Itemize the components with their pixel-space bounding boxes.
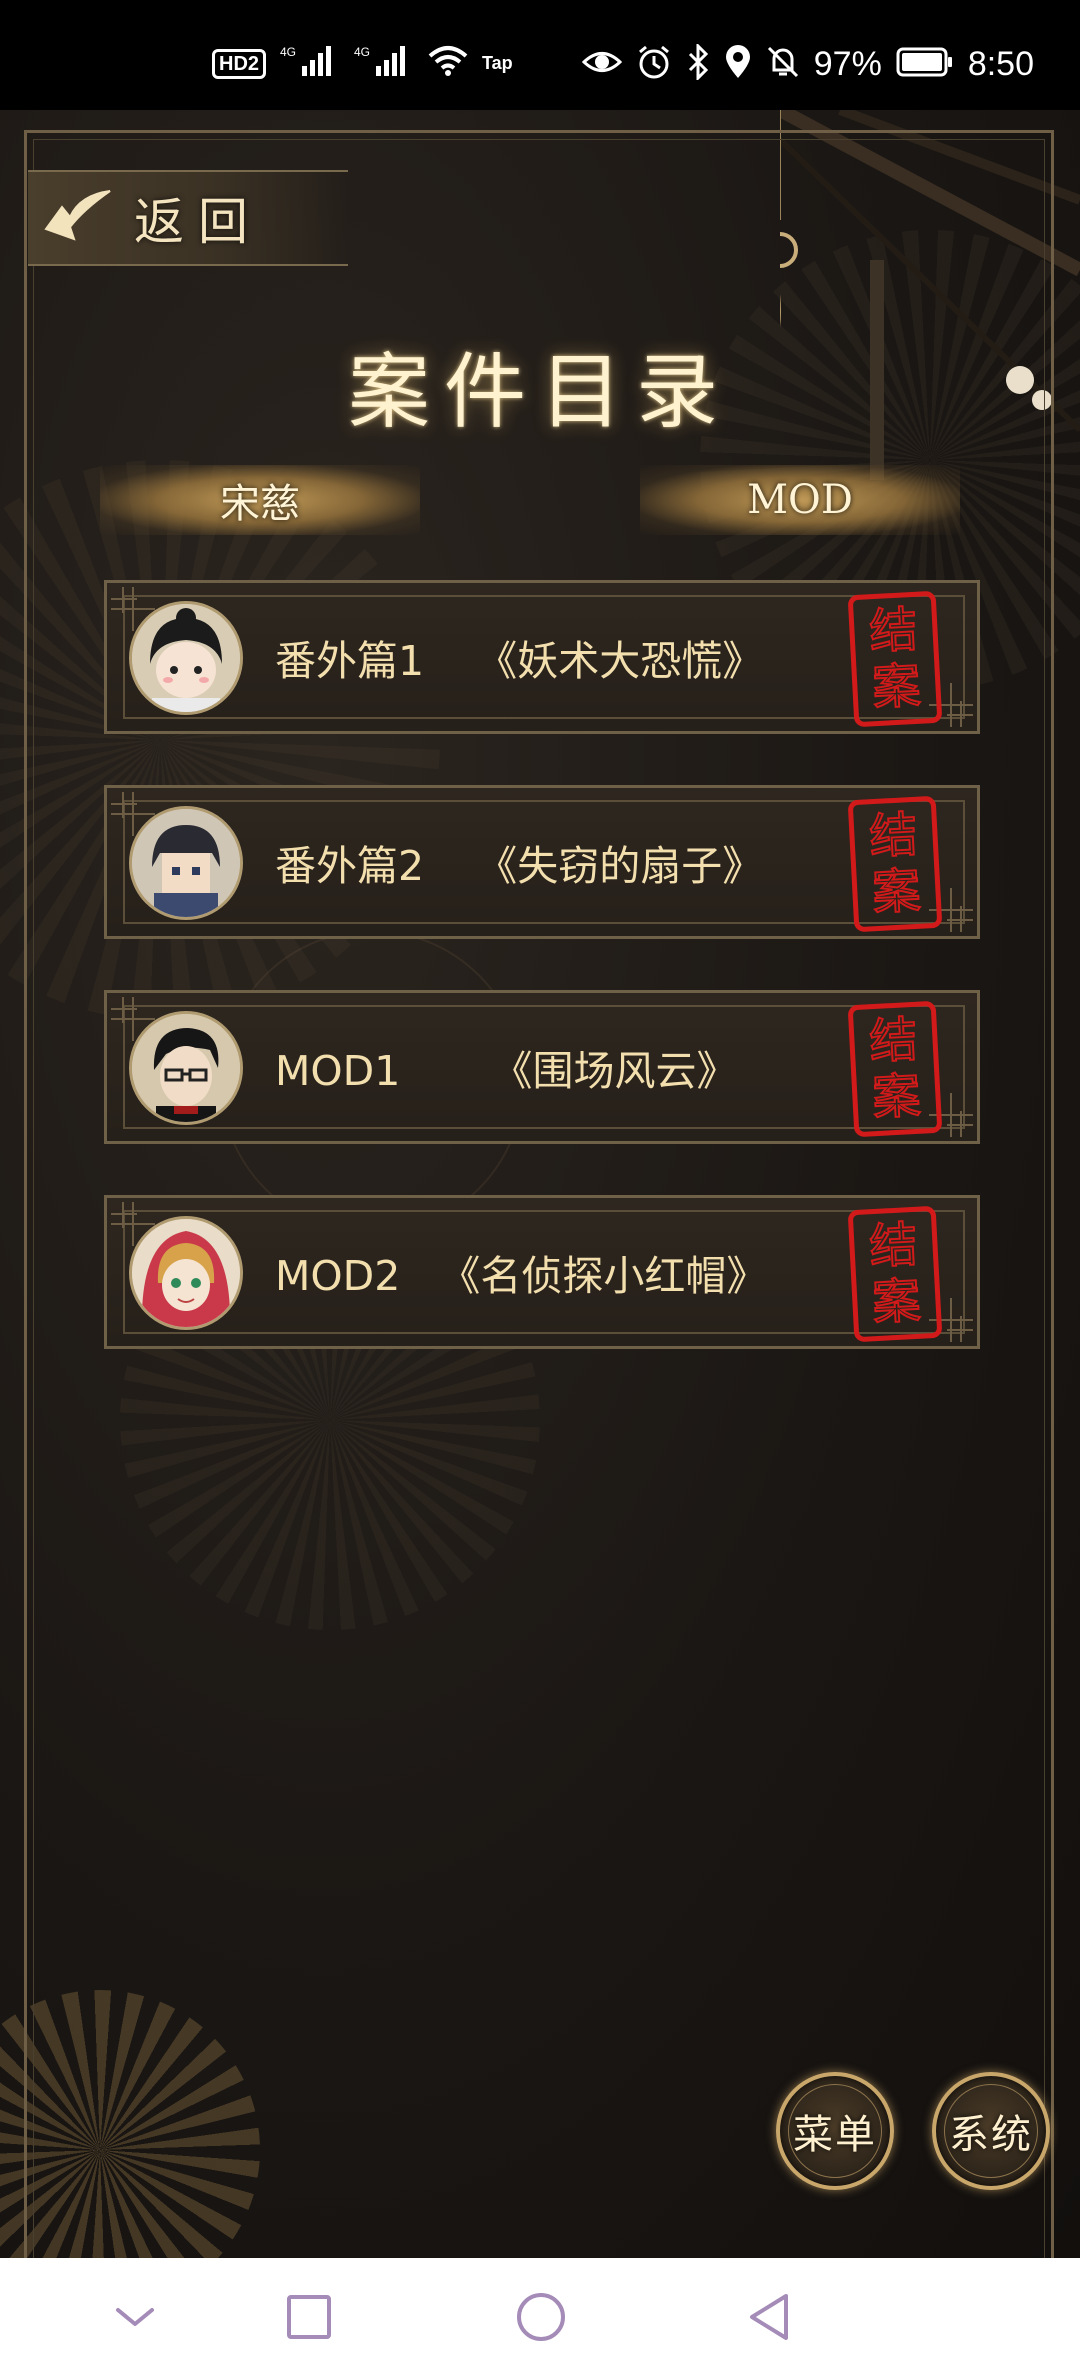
wifi-icon	[428, 44, 468, 83]
tab-songci[interactable]: 宋慈	[100, 465, 420, 535]
bluetooth-icon	[686, 42, 710, 85]
case-item[interactable]: 番外篇1 《妖术大恐慌》 结案	[104, 580, 980, 734]
game-screen: 返回 案件目录 宋慈 MOD 番外篇1 《妖术大恐慌》 结案 番外篇2 《失窃的…	[0, 110, 1080, 2258]
back-icon[interactable]	[734, 2282, 804, 2352]
mute-icon	[766, 44, 800, 85]
svg-text:4G: 4G	[354, 45, 370, 59]
closed-stamp: 结案	[847, 1000, 943, 1138]
closed-stamp: 结案	[847, 590, 943, 728]
status-left: HD2 4G 4G Tap	[212, 44, 513, 83]
avatar	[129, 806, 243, 920]
navigation-bar	[0, 2258, 1080, 2376]
tab-mod[interactable]: MOD	[640, 465, 960, 535]
system-button[interactable]: 系统	[932, 2072, 1050, 2190]
avatar	[129, 1216, 243, 1330]
battery-percent: 97%	[813, 45, 882, 83]
signal-icon-2: 4G	[354, 44, 414, 83]
back-label: 返回	[134, 193, 262, 251]
case-title: 番外篇2 《失窃的扇子》	[275, 842, 764, 890]
chevron-down-icon[interactable]	[100, 2282, 170, 2352]
back-arrow-icon	[44, 190, 111, 241]
page-title: 案件目录	[347, 345, 732, 440]
avatar	[129, 601, 243, 715]
menu-button[interactable]: 菜单	[776, 2072, 894, 2190]
case-title: MOD2 《名侦探小红帽》	[275, 1252, 768, 1300]
status-bar: HD2 4G 4G Tap 97% 8:50	[0, 0, 1080, 110]
avatar	[129, 1011, 243, 1125]
hd-badge: HD2	[212, 48, 267, 79]
clock: 8:50	[967, 45, 1034, 83]
svg-text:4G: 4G	[280, 45, 296, 59]
case-item[interactable]: MOD2 《名侦探小红帽》 结案	[104, 1195, 980, 1349]
case-item[interactable]: MOD1 《围场风云》 结案	[104, 990, 980, 1144]
system-button-label: 系统	[949, 2112, 1033, 2158]
back-button[interactable]: 返回	[28, 170, 348, 266]
closed-stamp: 结案	[847, 795, 943, 933]
case-title: 番外篇1 《妖术大恐慌》	[275, 637, 764, 685]
alarm-icon	[636, 44, 672, 85]
recent-apps-icon[interactable]	[274, 2282, 344, 2352]
closed-stamp: 结案	[847, 1205, 943, 1343]
game-frame	[24, 130, 1054, 2258]
status-right: 97% 8:50	[581, 42, 1034, 85]
case-title: MOD1 《围场风云》	[275, 1047, 738, 1095]
home-icon[interactable]	[506, 2282, 576, 2352]
signal-icon: 4G	[280, 44, 340, 83]
tap-label: Tap	[482, 53, 513, 73]
battery-icon	[896, 46, 954, 83]
case-item[interactable]: 番外篇2 《失窃的扇子》 结案	[104, 785, 980, 939]
menu-button-label: 菜单	[793, 2112, 877, 2158]
eye-icon	[581, 45, 622, 84]
location-icon	[724, 44, 752, 85]
